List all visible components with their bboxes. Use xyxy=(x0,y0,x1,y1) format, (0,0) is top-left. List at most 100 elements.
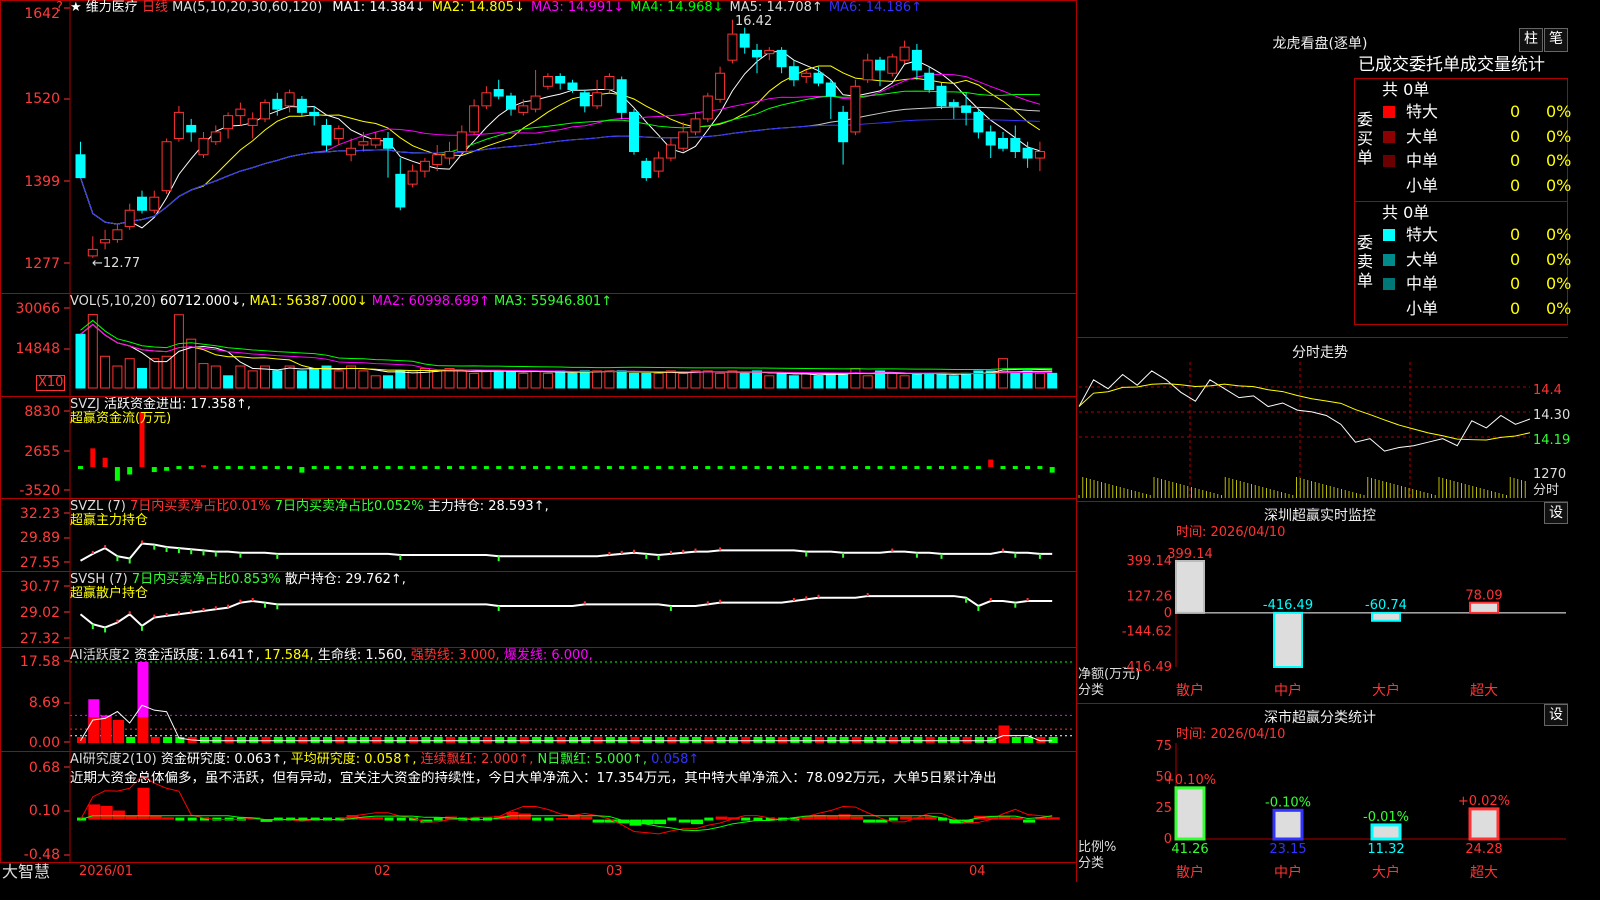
svsh-y-tick: 29.02 xyxy=(19,605,60,621)
volume-bar xyxy=(579,370,590,389)
svzj-zero-mark xyxy=(582,466,588,470)
candle-body xyxy=(1010,137,1021,153)
research-bar xyxy=(555,818,568,820)
svzj-zero-mark xyxy=(840,466,846,470)
stock-name[interactable]: 维力医疗 xyxy=(86,0,138,15)
tick-mode-button[interactable]: 笔 xyxy=(1544,28,1568,52)
volume-bar xyxy=(87,314,98,389)
research-bar xyxy=(568,815,580,820)
research-bar xyxy=(88,804,101,820)
volume-bar xyxy=(210,365,221,389)
candle-body xyxy=(776,49,787,68)
candle-body xyxy=(998,137,1008,149)
sz-settings-button[interactable]: 设 xyxy=(1544,502,1568,524)
candle-body xyxy=(333,128,344,139)
volume-bar xyxy=(948,375,959,389)
activity-bar xyxy=(655,737,665,743)
volume-bar xyxy=(100,355,111,389)
legend-swatch xyxy=(1383,106,1395,118)
candle-body xyxy=(1034,151,1045,159)
legend-swatch xyxy=(1383,278,1395,290)
ss-stats-panel xyxy=(1076,703,1568,882)
svzj-zero-mark xyxy=(471,466,477,470)
activity-bar xyxy=(286,737,296,743)
sz-time: 时间: 2026/04/10 xyxy=(1176,525,1286,540)
svzj-name: 超赢资金流(万元) xyxy=(70,411,172,426)
period-label[interactable]: 日线 xyxy=(142,0,168,15)
bar-mode-button[interactable]: 柱 xyxy=(1519,28,1543,52)
order-count: 0 xyxy=(1510,249,1521,269)
activity-bar xyxy=(433,737,443,743)
svzj-zero-mark xyxy=(877,466,883,470)
order-count: 0 xyxy=(1510,102,1521,121)
volume-bar xyxy=(456,370,467,389)
research-zero xyxy=(888,817,898,821)
svzj-bar xyxy=(127,467,133,475)
activity-bar xyxy=(790,737,800,743)
svzj-zero-mark xyxy=(225,466,231,470)
research-bar xyxy=(654,819,667,825)
activity-bar xyxy=(212,737,222,743)
activity-bar xyxy=(888,737,898,743)
svsh-a: 7日内买卖净占比0.853% xyxy=(131,572,281,587)
svzj-zero-mark xyxy=(348,466,354,470)
candle-body xyxy=(137,196,147,211)
candle-body xyxy=(924,72,935,91)
volume-bar xyxy=(911,372,922,389)
activity-bar xyxy=(261,737,271,743)
vol-scale-label[interactable]: X10 xyxy=(36,375,66,391)
activity-bar xyxy=(470,737,480,743)
activity-bar xyxy=(163,737,173,743)
volume-bar xyxy=(887,372,898,389)
research-bar xyxy=(162,817,175,820)
volume-bar xyxy=(567,372,578,389)
svzj-y-tick: -3520 xyxy=(19,483,60,499)
sell-total: 共 0单 xyxy=(1382,203,1430,222)
activity-bar xyxy=(384,737,394,743)
ss-settings-button[interactable]: 设 xyxy=(1544,704,1568,726)
candle-body xyxy=(764,49,775,55)
date-tick: 04 xyxy=(969,864,986,879)
activity-bar xyxy=(298,737,308,743)
ai1-d: 强势线: 3.000, xyxy=(410,648,500,663)
svzl-line xyxy=(80,542,1053,562)
candle-body xyxy=(702,95,713,120)
svzj-zero-mark xyxy=(754,466,760,470)
candle-body xyxy=(272,98,283,110)
svsh-c: 散户持仓: 29.762↑, xyxy=(284,572,406,587)
candle-body xyxy=(961,105,972,113)
candle-body xyxy=(801,72,812,78)
candle-body xyxy=(752,49,762,58)
svzj-zero-mark xyxy=(533,466,539,470)
ai2-c: 连续飘红: 2.000↑, xyxy=(420,752,534,767)
candle-body xyxy=(936,85,947,107)
activity-bar xyxy=(200,737,209,743)
volume-bar xyxy=(149,358,160,389)
activity-bar xyxy=(310,737,320,743)
candle-body xyxy=(309,111,320,117)
ai1-b: 17.584, xyxy=(264,648,314,663)
activity-bar xyxy=(618,737,628,743)
volume-bar xyxy=(813,375,824,389)
activity-bar xyxy=(323,737,332,743)
svzj-zero-mark xyxy=(176,466,182,470)
vol-ma1: MA1: 56387.000↓ xyxy=(249,294,368,309)
svzj-zero-mark xyxy=(1000,466,1006,470)
candle-body xyxy=(75,154,86,179)
svzj-zero-mark xyxy=(336,466,342,470)
svzj-y-tick: 2655 xyxy=(24,444,60,460)
activity-bar xyxy=(150,737,160,743)
ai2-d: N日飘红: 5.000↑, xyxy=(537,752,648,767)
candle-body xyxy=(911,49,922,71)
candle-body xyxy=(690,118,701,133)
volume-bar xyxy=(616,370,627,389)
research-zero xyxy=(396,817,406,821)
app-logo: 大智慧 xyxy=(2,862,51,881)
svzj-zero-mark xyxy=(926,466,932,470)
lhb-subtitle: 已成交委托单成交量统计 xyxy=(1358,55,1545,75)
svzj-zero-mark xyxy=(803,466,809,470)
candle-body xyxy=(260,102,270,120)
activity-bar xyxy=(359,737,369,743)
candle-body xyxy=(530,95,541,110)
activity-bar xyxy=(851,737,861,743)
